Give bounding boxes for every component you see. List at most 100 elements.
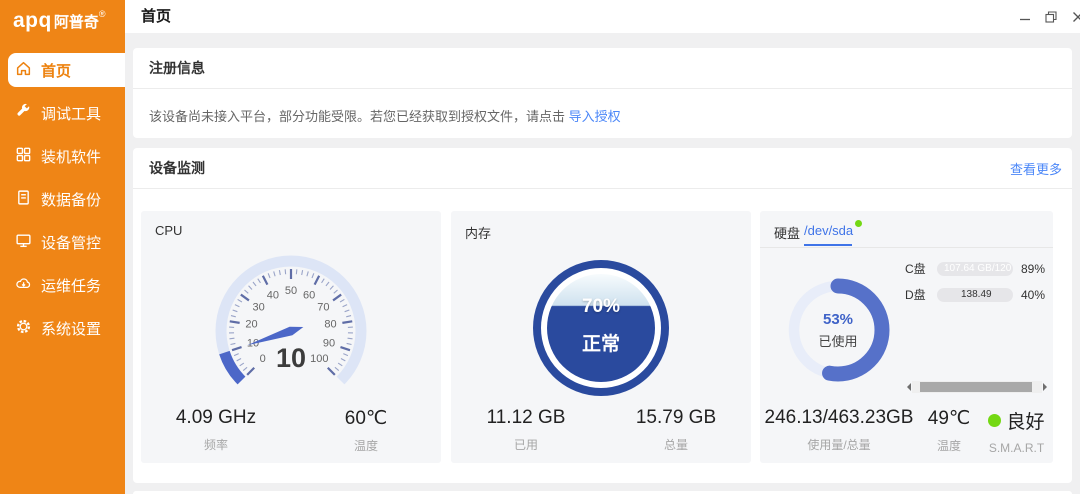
memory-used-stat: 11.12 GB 已用 bbox=[451, 407, 601, 453]
page-title: 首页 bbox=[125, 0, 1080, 33]
disk-usage-stat: 246.13/463.23GB 使用量/总量 bbox=[760, 407, 918, 455]
cpu-stats: 4.09 GHz 频率 60℃ 温度 bbox=[141, 407, 441, 454]
svg-text:70: 70 bbox=[317, 301, 329, 313]
cloud-download-icon bbox=[15, 275, 32, 296]
partition-row-c: C盘 107.64 GB/120 89% bbox=[905, 261, 1055, 276]
smart-status-label: S.M.A.R.T bbox=[989, 441, 1044, 455]
disk-temperature-value: 49℃ bbox=[928, 407, 970, 430]
import-authorization-link[interactable]: 导入授权 bbox=[569, 109, 621, 124]
sidebar-item-label: 运维任务 bbox=[41, 275, 101, 296]
disk-usage-label: 使用量/总量 bbox=[807, 436, 870, 453]
sidebar-item-home[interactable]: 首页 bbox=[8, 53, 125, 87]
memory-status: 正常 bbox=[582, 329, 620, 356]
registration-title: 注册信息 bbox=[149, 58, 205, 78]
cpu-card-title: CPU bbox=[155, 223, 182, 238]
memory-card: 内存 70% 正常 11.12 GB 已用 15.79 GB 总量 bbox=[451, 211, 751, 463]
disk-usage-value: 246.13/463.23GB bbox=[765, 407, 914, 429]
svg-text:0: 0 bbox=[260, 353, 266, 365]
window-titlebar: 首页 bbox=[125, 0, 1080, 33]
sidebar-item-label: 调试工具 bbox=[41, 103, 101, 124]
scrollbar-left-arrow-icon[interactable] bbox=[903, 383, 911, 391]
svg-text:100: 100 bbox=[310, 353, 328, 365]
registration-message: 该设备尚未接入平台，部分功能受限。若您已经获取到授权文件，请点击 导入授权 bbox=[133, 89, 1072, 125]
scrollbar-right-arrow-icon[interactable] bbox=[1043, 383, 1051, 391]
partition-name: D盘 bbox=[905, 286, 931, 303]
memory-percent: 70% bbox=[582, 296, 620, 318]
sidebar: apq阿普奇® 首页 调试工具 装机软件 数据备份 设备管控 运维任务 系统 bbox=[0, 0, 125, 494]
disk-tab-dev-sda[interactable]: /dev/sda bbox=[804, 223, 853, 238]
smart-status-green-dot-icon bbox=[988, 414, 1001, 427]
registered-trademark-icon: ® bbox=[99, 9, 106, 19]
disk-temperature-label: 温度 bbox=[937, 437, 961, 454]
cpu-card: CPU 010203040506070809010010 4.09 GHz 频率… bbox=[141, 211, 441, 463]
disk-scrollbar[interactable] bbox=[903, 381, 1051, 393]
partition-bar-text: 138.49 bbox=[961, 289, 992, 301]
memory-used-label: 已用 bbox=[514, 436, 538, 453]
svg-text:50: 50 bbox=[285, 285, 297, 297]
registration-message-text: 该设备尚未接入平台，部分功能受限。若您已经获取到授权文件，请点击 bbox=[149, 109, 569, 124]
sidebar-item-label: 装机软件 bbox=[41, 146, 101, 167]
svg-text:40: 40 bbox=[267, 289, 279, 301]
sidebar-item-system-settings[interactable]: 系统设置 bbox=[0, 311, 125, 345]
sidebar-item-label: 系统设置 bbox=[41, 318, 101, 339]
scrollbar-thumb[interactable] bbox=[920, 382, 1032, 392]
sidebar-menu: 首页 调试工具 装机软件 数据备份 设备管控 运维任务 系统设置 bbox=[0, 53, 125, 345]
minimize-button[interactable] bbox=[1018, 10, 1032, 24]
disk-status-dot bbox=[855, 220, 862, 227]
partition-percent: 40% bbox=[1021, 288, 1045, 302]
disk-card-title: 硬盘 bbox=[774, 223, 800, 242]
device-monitoring-panel: 设备监测 查看更多 CPU 010203040506070809010010 4… bbox=[133, 148, 1072, 483]
minimize-icon bbox=[1019, 11, 1031, 23]
svg-text:80: 80 bbox=[324, 319, 336, 331]
grid-icon bbox=[15, 146, 32, 167]
disk-smart-stat: 良好 S.M.A.R.T bbox=[980, 407, 1053, 455]
sidebar-item-debug-tools[interactable]: 调试工具 bbox=[0, 96, 125, 130]
registration-header: 注册信息 bbox=[133, 48, 1072, 89]
close-icon bbox=[1072, 11, 1080, 23]
sidebar-item-installed-software[interactable]: 装机软件 bbox=[0, 139, 125, 173]
view-more-link[interactable]: 查看更多 bbox=[1010, 159, 1062, 178]
disk-tab-label: /dev/sda bbox=[804, 223, 853, 238]
monitoring-header: 设备监测 查看更多 bbox=[133, 148, 1072, 189]
disk-stats: 246.13/463.23GB 使用量/总量 49℃ 温度 良好 S.M.A.R… bbox=[760, 407, 1053, 455]
smart-status: 良好 bbox=[988, 407, 1044, 434]
gear-icon bbox=[15, 318, 32, 339]
disk-tab-row: 硬盘 /dev/sda bbox=[760, 211, 1053, 248]
logo-cn: 阿普奇 bbox=[54, 14, 99, 31]
partition-percent: 89% bbox=[1021, 262, 1045, 276]
sidebar-item-device-control[interactable]: 设备管控 bbox=[0, 225, 125, 259]
disk-used-label: 已使用 bbox=[818, 331, 857, 350]
memory-card-title: 内存 bbox=[465, 223, 491, 242]
svg-text:60: 60 bbox=[303, 289, 315, 301]
svg-text:90: 90 bbox=[323, 337, 335, 349]
memory-liquid-gauge: 70% 正常 bbox=[533, 260, 669, 396]
memory-total-value: 15.79 GB bbox=[636, 407, 716, 429]
svg-text:10: 10 bbox=[276, 343, 306, 373]
close-button[interactable] bbox=[1071, 10, 1080, 24]
partition-row-d: D盘 138.49 40% bbox=[905, 287, 1055, 302]
sidebar-item-label: 数据备份 bbox=[41, 189, 101, 210]
app-logo: apq阿普奇® bbox=[0, 0, 125, 33]
sidebar-item-data-backup[interactable]: 数据备份 bbox=[0, 182, 125, 216]
disk-usage-donut-chart: 53% 已使用 bbox=[783, 275, 893, 385]
memory-used-value: 11.12 GB bbox=[487, 407, 566, 429]
scrollbar-track[interactable] bbox=[912, 381, 1042, 393]
cpu-frequency-label: 频率 bbox=[204, 436, 228, 453]
partition-bar: 107.64 GB/120 bbox=[937, 262, 1013, 276]
wrench-icon bbox=[15, 103, 32, 124]
backup-list-icon bbox=[15, 189, 32, 210]
memory-stats: 11.12 GB 已用 15.79 GB 总量 bbox=[451, 407, 751, 453]
cpu-temperature-stat: 60℃ 温度 bbox=[291, 407, 441, 454]
disk-used-percent: 53% bbox=[823, 311, 853, 328]
logo-text: apq bbox=[13, 9, 52, 32]
cpu-temperature-value: 60℃ bbox=[345, 407, 387, 430]
registration-panel: 注册信息 该设备尚未接入平台，部分功能受限。若您已经获取到授权文件，请点击 导入… bbox=[133, 48, 1072, 138]
memory-fill: 70% 正常 bbox=[547, 274, 655, 382]
memory-total-stat: 15.79 GB 总量 bbox=[601, 407, 751, 453]
sidebar-item-ops-tasks[interactable]: 运维任务 bbox=[0, 268, 125, 302]
monitoring-title: 设备监测 bbox=[149, 158, 205, 178]
cpu-frequency-value: 4.09 GHz bbox=[176, 407, 256, 429]
restore-button[interactable] bbox=[1044, 10, 1058, 24]
sidebar-item-label: 设备管控 bbox=[41, 232, 101, 253]
disk-card: 硬盘 /dev/sda 53% 已使用 C盘 107.64 GB/120 bbox=[760, 211, 1053, 463]
